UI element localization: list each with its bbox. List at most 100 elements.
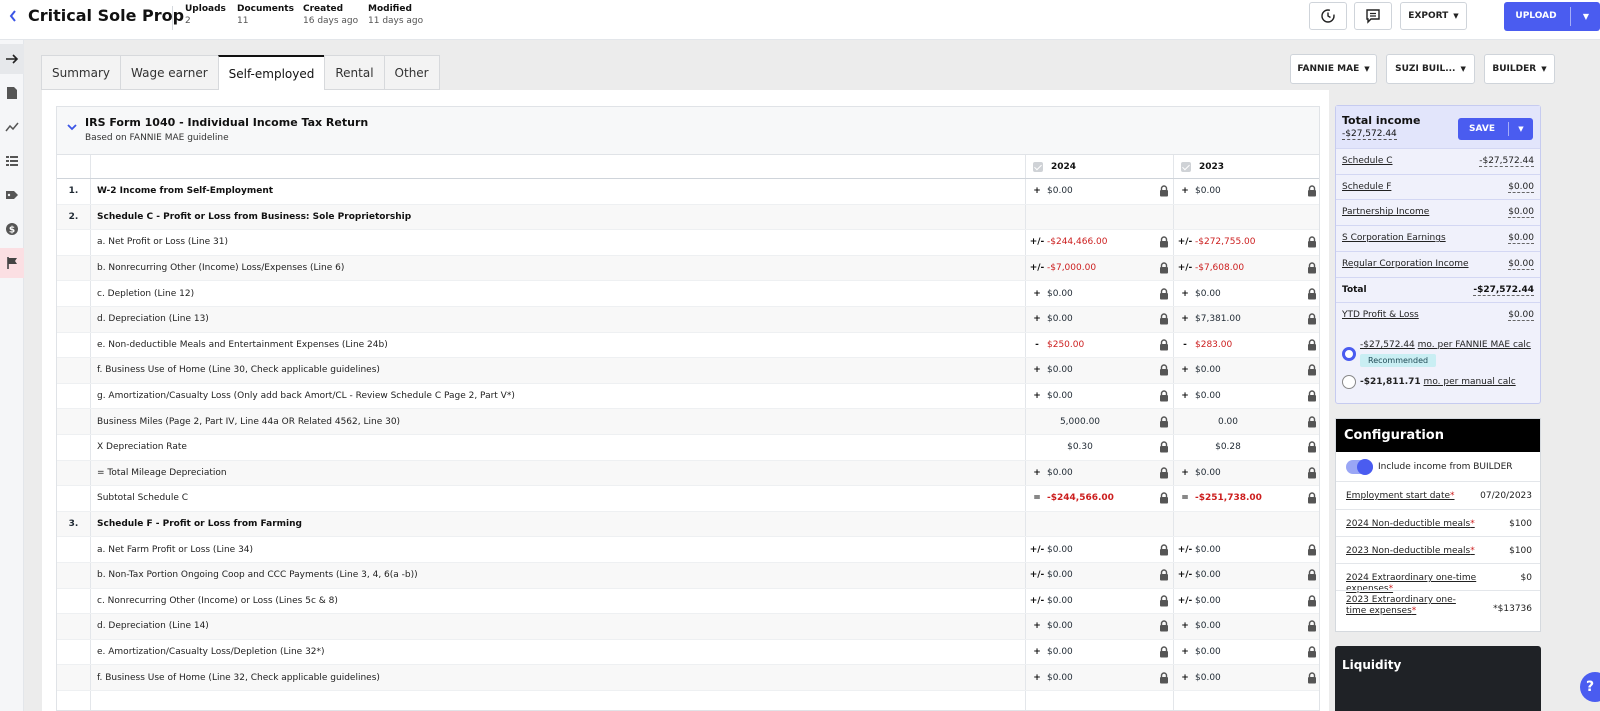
- upload-button[interactable]: UPLOAD ▼: [1504, 2, 1600, 31]
- year-value-cell[interactable]: $0.30: [1025, 435, 1173, 460]
- lock-icon[interactable]: [1307, 339, 1317, 354]
- year-value-cell[interactable]: + $0.00: [1025, 614, 1173, 639]
- caret-down-icon[interactable]: ▼: [1510, 118, 1532, 140]
- lock-icon[interactable]: [1307, 287, 1317, 303]
- year-value-cell[interactable]: +/- $0.00: [1025, 563, 1173, 588]
- lock-icon[interactable]: [1159, 287, 1169, 303]
- year-value-cell[interactable]: +/- $0.00: [1025, 537, 1173, 562]
- include-income-toggle[interactable]: [1346, 459, 1373, 475]
- borrower-dropdown[interactable]: SUZI BUIL... ▼: [1386, 54, 1475, 84]
- lock-icon[interactable]: [1307, 236, 1317, 251]
- lock-icon[interactable]: [1159, 390, 1169, 405]
- back-button[interactable]: [6, 6, 20, 26]
- lock-icon[interactable]: [1307, 467, 1317, 482]
- config-row[interactable]: 2024 Extraordinary one-time expenses* $0: [1336, 563, 1540, 594]
- year-2023-checkbox[interactable]: [1181, 162, 1191, 172]
- save-button[interactable]: SAVE ▼: [1458, 118, 1533, 140]
- year-value-cell[interactable]: + $0.00: [1173, 614, 1319, 639]
- lock-icon[interactable]: [1307, 646, 1317, 661]
- lock-icon[interactable]: [1307, 313, 1317, 328]
- year-value-cell[interactable]: [1025, 691, 1173, 710]
- year-value-cell[interactable]: + $0.00: [1025, 179, 1173, 204]
- lock-icon[interactable]: [1159, 415, 1169, 431]
- lock-icon[interactable]: [1159, 262, 1169, 277]
- form-header[interactable]: IRS Form 1040 - Individual Income Tax Re…: [57, 107, 1319, 155]
- role-dropdown[interactable]: BUILDER ▼: [1484, 54, 1555, 84]
- rail-dollar[interactable]: $: [0, 214, 24, 244]
- year-value-cell[interactable]: 0.00: [1173, 409, 1319, 434]
- year-value-cell[interactable]: - $283.00: [1173, 333, 1319, 358]
- guideline-dropdown[interactable]: FANNIE MAE ▼: [1290, 54, 1377, 84]
- year-value-cell[interactable]: +/- -$7,608.00: [1173, 256, 1319, 281]
- year-value-cell[interactable]: + $0.00: [1173, 384, 1319, 409]
- config-row[interactable]: 2023 Extraordinary one-time expenses* *$1…: [1336, 590, 1540, 626]
- year-value-cell[interactable]: + $0.00: [1025, 640, 1173, 665]
- year-value-cell[interactable]: +/- -$244,466.00: [1025, 230, 1173, 255]
- chevron-down-icon[interactable]: [67, 123, 77, 134]
- year-value-cell[interactable]: + $0.00: [1173, 461, 1319, 486]
- lock-icon[interactable]: [1159, 467, 1169, 482]
- year-value-cell[interactable]: 5,000.00: [1025, 409, 1173, 434]
- income-summary-label[interactable]: Regular Corporation Income: [1342, 259, 1469, 269]
- lock-icon[interactable]: [1307, 262, 1317, 277]
- year-value-cell[interactable]: + $0.00: [1025, 358, 1173, 383]
- lock-icon[interactable]: [1307, 441, 1317, 456]
- year-value-cell[interactable]: + $0.00: [1173, 665, 1319, 690]
- lock-icon[interactable]: [1159, 595, 1169, 610]
- rail-trends[interactable]: [0, 112, 24, 142]
- comment-button[interactable]: [1354, 2, 1392, 30]
- lock-icon[interactable]: [1307, 185, 1317, 200]
- fannie-calc-radio[interactable]: [1342, 347, 1356, 361]
- lock-icon[interactable]: [1159, 185, 1169, 200]
- lock-icon[interactable]: [1307, 569, 1317, 584]
- year-value-cell[interactable]: + $0.00: [1173, 358, 1319, 383]
- income-summary-label[interactable]: YTD Profit & Loss: [1342, 310, 1419, 320]
- year-value-cell[interactable]: +/- $0.00: [1173, 563, 1319, 588]
- year-value-cell[interactable]: = -$251,738.00: [1173, 486, 1319, 511]
- lock-icon[interactable]: [1307, 390, 1317, 405]
- year-value-cell[interactable]: + $0.00: [1173, 179, 1319, 204]
- year-value-cell[interactable]: + $0.00: [1025, 281, 1173, 306]
- lock-icon[interactable]: [1307, 620, 1317, 635]
- lock-icon[interactable]: [1159, 492, 1169, 507]
- year-value-cell[interactable]: +/- -$7,000.00: [1025, 256, 1173, 281]
- year-value-cell[interactable]: + $0.00: [1025, 461, 1173, 486]
- lock-icon[interactable]: [1307, 364, 1317, 379]
- tab-other[interactable]: Other: [383, 55, 440, 90]
- lock-icon[interactable]: [1307, 671, 1317, 687]
- caret-down-icon[interactable]: ▼: [1574, 2, 1598, 31]
- lock-icon[interactable]: [1307, 415, 1317, 431]
- year-value-cell[interactable]: + $0.00: [1025, 384, 1173, 409]
- rail-expand[interactable]: [0, 44, 24, 74]
- lock-icon[interactable]: [1307, 543, 1317, 559]
- rail-list[interactable]: [0, 146, 24, 176]
- year-value-cell[interactable]: +/- $0.00: [1025, 589, 1173, 614]
- lock-icon[interactable]: [1159, 339, 1169, 354]
- history-button[interactable]: [1309, 2, 1347, 30]
- year-value-cell[interactable]: + $0.00: [1025, 665, 1173, 690]
- rail-flags[interactable]: [0, 248, 24, 278]
- lock-icon[interactable]: [1159, 364, 1169, 379]
- lock-icon[interactable]: [1307, 492, 1317, 507]
- year-value-cell[interactable]: +/- $0.00: [1173, 589, 1319, 614]
- year-value-cell[interactable]: + $0.00: [1173, 281, 1319, 306]
- lock-icon[interactable]: [1159, 236, 1169, 251]
- year-value-cell[interactable]: - $250.00: [1025, 333, 1173, 358]
- tab-wage-earner[interactable]: Wage earner: [120, 55, 218, 90]
- lock-icon[interactable]: [1159, 543, 1169, 559]
- tab-summary[interactable]: Summary: [41, 55, 120, 90]
- year-value-cell[interactable]: $0.28: [1173, 435, 1319, 460]
- year-value-cell[interactable]: + $7,381.00: [1173, 307, 1319, 332]
- year-value-cell[interactable]: +/- $0.00: [1173, 537, 1319, 562]
- income-summary-label[interactable]: Schedule C: [1342, 156, 1393, 166]
- lock-icon[interactable]: [1159, 620, 1169, 635]
- lock-icon[interactable]: [1159, 646, 1169, 661]
- income-summary-label[interactable]: Schedule F: [1342, 182, 1391, 192]
- year-value-cell[interactable]: + $0.00: [1173, 640, 1319, 665]
- lock-icon[interactable]: [1159, 569, 1169, 584]
- tab-rental[interactable]: Rental: [324, 55, 384, 90]
- lock-icon[interactable]: [1159, 313, 1169, 328]
- year-value-cell[interactable]: [1173, 691, 1319, 710]
- config-row[interactable]: Employment start date* 07/20/2023: [1336, 481, 1540, 509]
- lock-icon[interactable]: [1307, 595, 1317, 610]
